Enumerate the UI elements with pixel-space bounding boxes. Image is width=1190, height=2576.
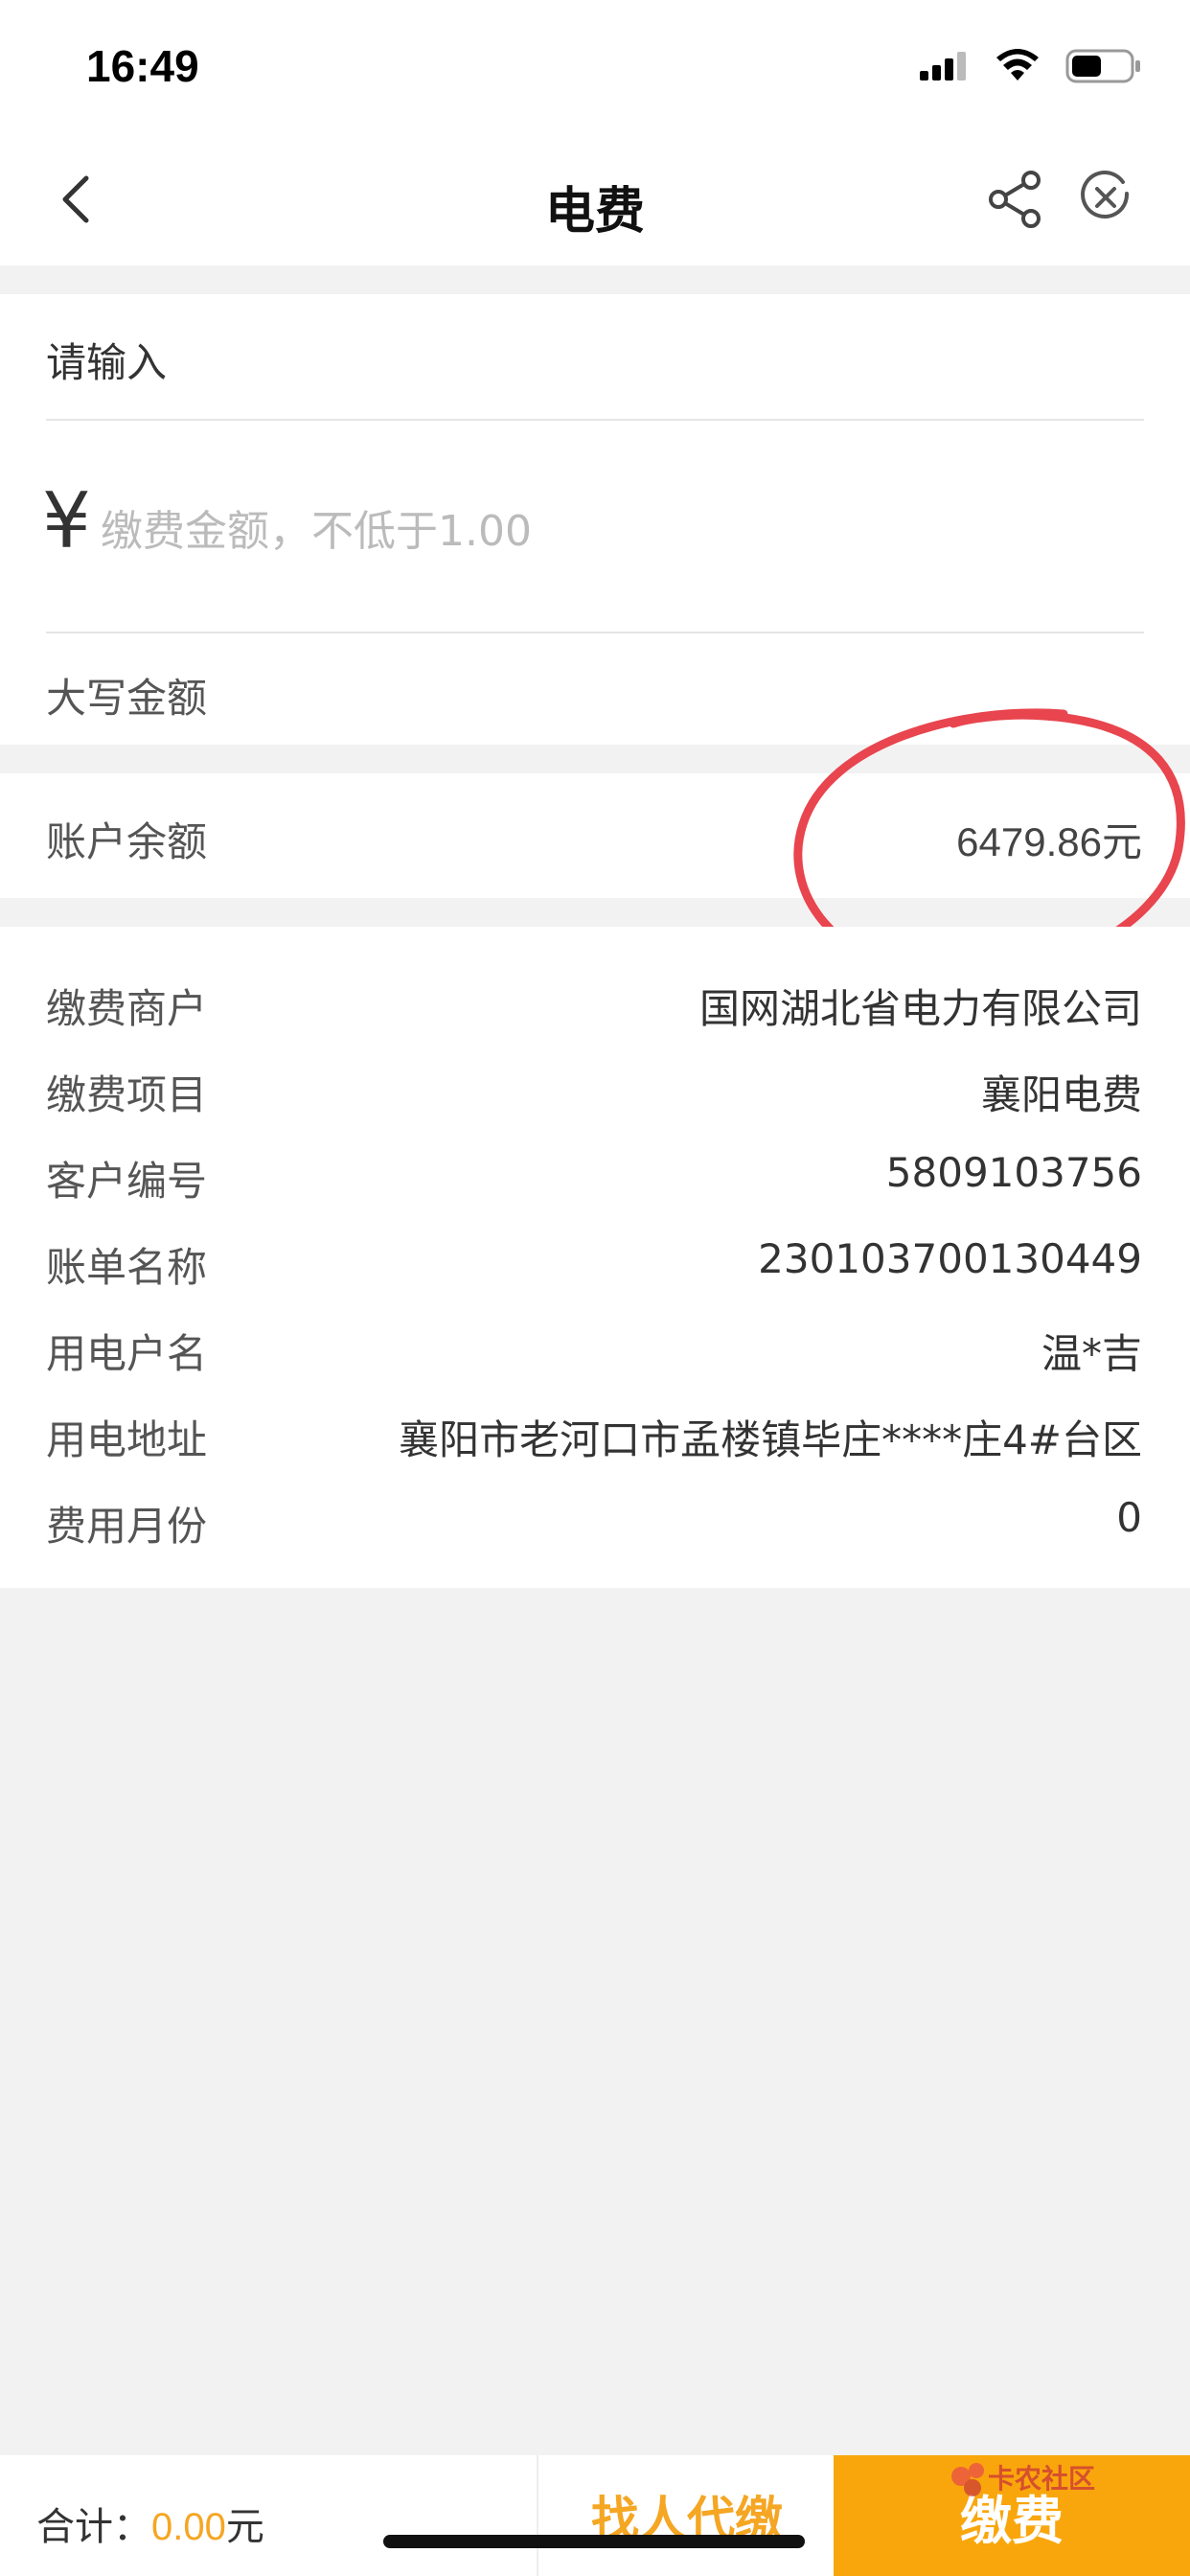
detail-value: 5809103756 [885,1149,1142,1196]
detail-row: 费用月份 0 [46,1494,1142,1561]
proxy-pay-button[interactable]: 找人代缴 [537,2455,835,2576]
detail-value: 温*吉 [1041,1330,1142,1377]
status-icons [918,48,1142,84]
detail-row: 账单名称 230103700130449 [46,1235,1142,1302]
status-bar: 16:49 [0,0,1190,134]
detail-label: 缴费项目 [46,1071,208,1118]
detail-row: 缴费商户 国网湖北省电力有限公司 [46,977,1142,1044]
balance-value: 6479.86元 [956,819,1142,864]
bill-details-card: 缴费商户 国网湖北省电力有限公司 缴费项目 襄阳电费 客户编号 58091037… [0,927,1190,1588]
detail-value: 230103700130449 [758,1235,1142,1282]
home-indicator[interactable] [383,2535,805,2548]
input-prompt: 请输入 [46,339,168,386]
total-summary: 合计：0.00元 [36,2496,264,2551]
detail-label: 缴费商户 [46,985,208,1032]
amount-input[interactable] [101,493,1059,569]
detail-row: 客户编号 5809103756 [46,1149,1142,1216]
wifi-icon [996,49,1039,80]
share-icon[interactable] [985,169,1046,230]
svg-text:卡农社区: 卡农社区 [988,2463,1095,2495]
signal-icon [920,52,966,80]
nav-bar: 电费 [0,134,1190,265]
total-unit: 元 [225,2505,264,2549]
status-time: 16:49 [86,41,199,91]
detail-label: 用电户名 [46,1330,208,1377]
detail-row: 用电户名 温*吉 [46,1322,1142,1389]
detail-label: 费用月份 [46,1503,208,1550]
detail-value: 0 [1116,1494,1142,1541]
detail-label: 用电地址 [46,1416,208,1463]
detail-value: 襄阳电费 [980,1071,1142,1118]
watermark-logo: 卡农社区 [951,2463,1095,2496]
detail-row: 缴费项目 襄阳电费 [46,1063,1142,1130]
uppercase-amount-label: 大写金额 [46,675,208,722]
divider [46,419,1144,421]
detail-label: 账单名称 [46,1244,208,1291]
detail-label: 客户编号 [46,1158,208,1205]
divider [46,632,1144,633]
currency-symbol: ¥ [42,476,91,565]
battery-icon [1065,49,1140,83]
balance-card: 账户余额 6479.86元 [0,773,1190,898]
detail-value: 襄阳市老河口市孟楼镇毕庄****庄4#台区 [399,1416,1142,1463]
total-amount: 0.00 [151,2506,226,2548]
detail-value: 国网湖北省电力有限公司 [698,985,1142,1032]
balance-label: 账户余额 [46,818,208,865]
detail-row: 用电地址 襄阳市老河口市孟楼镇毕庄****庄4#台区 [46,1408,1142,1475]
close-icon[interactable] [1079,171,1133,224]
payment-input-card: 请输入 ¥ 大写金额 [0,294,1190,745]
total-label: 合计： [36,2505,151,2549]
